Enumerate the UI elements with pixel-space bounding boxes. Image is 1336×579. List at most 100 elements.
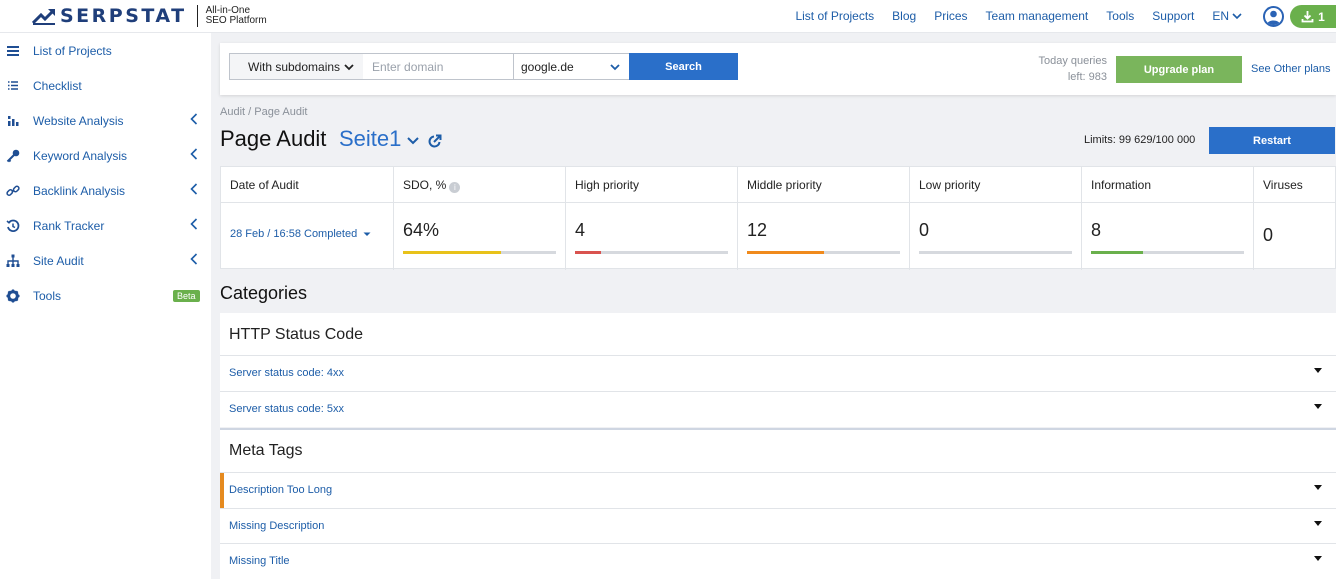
- caret-down-icon: [1314, 368, 1322, 373]
- download-icon: [1301, 11, 1314, 23]
- chevron-left-icon: [190, 218, 198, 233]
- caret-down-icon: [1314, 556, 1322, 561]
- limits-label: Limits: 99 629/100 000: [1084, 134, 1196, 146]
- categories-heading: Categories: [220, 283, 308, 303]
- queries-label: Today queries: [1038, 55, 1108, 67]
- warning-marker: [220, 473, 224, 509]
- nav-team-management[interactable]: Team management: [986, 9, 1089, 23]
- category-row-label: Missing Title: [229, 555, 290, 567]
- search-panel: With subdomains google.de Search Today q…: [220, 43, 1336, 95]
- caret-down-icon: [1314, 404, 1322, 409]
- see-other-plans-link[interactable]: See Other plans: [1251, 63, 1331, 75]
- nav-support[interactable]: Support: [1152, 9, 1194, 23]
- domain-input[interactable]: [363, 53, 514, 80]
- history-icon: [6, 219, 20, 233]
- stat-value: 0: [1263, 225, 1274, 245]
- category-row-label: Description Too Long: [229, 484, 333, 496]
- sidebar-item-checklist[interactable]: Checklist: [0, 68, 211, 103]
- chevron-left-icon: [190, 183, 198, 198]
- logo-divider: [196, 5, 198, 27]
- downloads-badge[interactable]: 1: [1290, 5, 1336, 28]
- sidebar-item-label: Checklist: [33, 78, 82, 93]
- chevron-down-icon: [610, 64, 620, 71]
- page-title: Page Audit: [220, 126, 327, 151]
- nav-blog[interactable]: Blog: [892, 9, 916, 23]
- logo-tagline: All-in-One SEO Platform: [206, 6, 267, 26]
- link-icon: [6, 184, 20, 198]
- scope-value: With subdomains: [248, 59, 341, 74]
- caret-down-icon: [363, 232, 371, 236]
- sidebar-item-label: Rank Tracker: [33, 218, 105, 233]
- logo-text: SERPSTAT: [60, 5, 187, 27]
- nav-tools[interactable]: Tools: [1106, 9, 1134, 23]
- project-selector[interactable]: Seite1: [339, 126, 401, 152]
- stat-low-priority: Low priority 0: [910, 167, 1082, 270]
- stat-header: Information: [1091, 178, 1152, 192]
- sidebar-item-site-audit[interactable]: Site Audit: [0, 243, 211, 278]
- chevron-left-icon: [190, 113, 198, 128]
- sidebar-item-website-analysis[interactable]: Website Analysis: [0, 103, 211, 138]
- restart-button[interactable]: Restart: [1209, 127, 1335, 154]
- search-engine-select[interactable]: google.de: [513, 53, 630, 80]
- nav-list-of-projects[interactable]: List of Projects: [795, 9, 874, 23]
- downloads-count: 1: [1318, 9, 1325, 24]
- sidebar-item-label: Site Audit: [33, 253, 84, 268]
- stat-high-priority: High priority 4: [566, 167, 738, 270]
- category-row[interactable]: Missing Description: [220, 508, 1336, 544]
- checklist-icon: [6, 79, 20, 93]
- tagline-line2: SEO Platform: [205, 15, 267, 26]
- sidebar-item-backlink-analysis[interactable]: Backlink Analysis: [0, 173, 211, 208]
- info-icon[interactable]: i: [449, 182, 461, 193]
- stat-header: Low priority: [919, 178, 981, 192]
- stat-header-label: SDO, %: [403, 178, 447, 192]
- sidebar-item-label: List of Projects: [33, 43, 112, 58]
- subdomain-scope-select[interactable]: With subdomains: [229, 53, 364, 80]
- external-link-icon[interactable]: [428, 134, 442, 148]
- stat-header: Date of Audit: [230, 178, 299, 192]
- stat-value: 0: [919, 220, 930, 240]
- stat-viruses: Viruses 0: [1254, 167, 1336, 270]
- stat-progress-fill: [747, 251, 824, 254]
- nav-prices[interactable]: Prices: [934, 9, 967, 23]
- language-selector[interactable]: EN: [1212, 9, 1242, 23]
- stat-header: High priority: [575, 178, 640, 192]
- category-group-title: Meta Tags: [229, 442, 303, 459]
- sidebar-item-label: Website Analysis: [33, 113, 124, 128]
- search-button[interactable]: Search: [629, 53, 738, 80]
- serpstat-logo-icon: [32, 8, 56, 25]
- language-label: EN: [1212, 9, 1229, 23]
- stat-value: 8: [1091, 220, 1102, 240]
- stat-progress-bar: [747, 251, 900, 254]
- stat-progress-fill: [1091, 251, 1144, 254]
- audit-date-selector[interactable]: 28 Feb / 16:58 Completed: [230, 228, 371, 240]
- serpstat-logo[interactable]: SERPSTAT All-in-One SEO Platform: [32, 5, 267, 27]
- user-avatar[interactable]: [1263, 6, 1284, 27]
- category-row[interactable]: Missing Title: [220, 543, 1336, 579]
- caret-down-icon: [1314, 521, 1322, 526]
- sidebar-item-list-of-projects[interactable]: List of Projects: [0, 33, 211, 68]
- search-engine-value: google.de: [521, 59, 574, 74]
- chevron-down-icon: [1232, 13, 1242, 20]
- stat-progress-bar: [1091, 251, 1244, 254]
- category-group-meta-tags: Meta Tags: [220, 428, 1336, 472]
- audit-stats-table: Date of Audit 28 Feb / 16:58 Completed S…: [220, 166, 1336, 270]
- category-row-label: Missing Description: [229, 520, 325, 532]
- stat-value: 4: [575, 220, 586, 240]
- gear-icon: [6, 289, 20, 303]
- stat-progress-fill: [575, 251, 601, 254]
- category-row[interactable]: Server status code: 5xx: [220, 391, 1336, 427]
- sidebar-item-tools[interactable]: Tools Beta: [0, 278, 211, 313]
- sidebar-item-keyword-analysis[interactable]: Keyword Analysis: [0, 138, 211, 173]
- stat-header: Middle priority: [747, 178, 822, 192]
- beta-badge: Beta: [173, 289, 200, 302]
- sidebar-item-rank-tracker[interactable]: Rank Tracker: [0, 208, 211, 243]
- queries-remaining: Today queries left: 983: [1039, 53, 1108, 85]
- category-row[interactable]: Description Too Long: [220, 472, 1336, 509]
- upgrade-plan-button[interactable]: Upgrade plan: [1116, 56, 1242, 83]
- category-row-label: Server status code: 5xx: [229, 403, 344, 415]
- stat-progress-bar: [575, 251, 728, 254]
- stat-header: SDO, % i: [403, 178, 461, 193]
- chevron-down-icon[interactable]: [406, 133, 420, 147]
- top-nav: List of Projects Blog Prices Team manage…: [777, 0, 1242, 32]
- category-row[interactable]: Server status code: 4xx: [220, 355, 1336, 391]
